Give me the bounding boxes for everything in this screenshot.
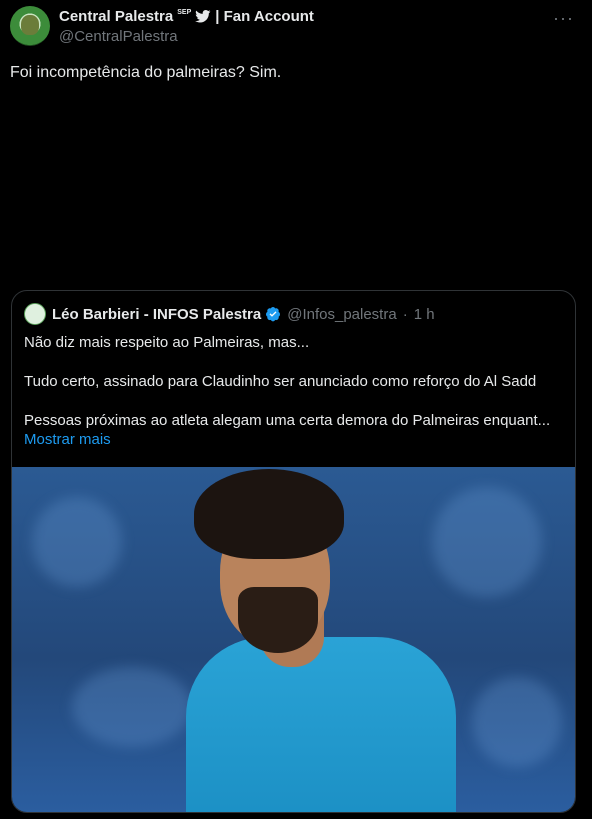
quoted-line: Pessoas próximas ao atleta alegam uma ce… (24, 412, 551, 429)
author-superscript: SEP (177, 9, 192, 16)
quoted-avatar[interactable] (24, 303, 46, 325)
twitter-bird-icon (195, 10, 211, 23)
verified-badge-icon (266, 307, 281, 322)
quoted-separator: · (402, 305, 408, 323)
author-suffix: | Fan Account (215, 8, 314, 25)
author-handle[interactable]: @CentralPalestra (59, 28, 178, 45)
author-avatar[interactable] (10, 6, 50, 46)
show-more-link[interactable]: Mostrar mais (24, 431, 111, 448)
quoted-header: Léo Barbieri - INFOS Palestra @Infos_pal… (24, 303, 435, 325)
quoted-time[interactable]: 1 h (414, 306, 435, 323)
quoted-line: Não diz mais respeito ao Palmeiras, mas.… (24, 334, 310, 351)
tweet-text: Foi incompetência do palmeiras? Sim. (10, 64, 282, 81)
quoted-author-name[interactable]: Léo Barbieri - INFOS Palestra (52, 306, 261, 323)
author-name-row[interactable]: Central Palestra SEP | Fan Account (59, 8, 314, 25)
quoted-photo[interactable] (12, 467, 575, 812)
more-options-button[interactable]: ··· (553, 8, 574, 29)
quoted-handle[interactable]: @Infos_palestra (287, 306, 396, 323)
author-name[interactable]: Central Palestra (59, 8, 173, 25)
quoted-line: Tudo certo, assinado para Claudinho ser … (24, 373, 537, 390)
quoted-tweet[interactable]: Léo Barbieri - INFOS Palestra @Infos_pal… (11, 290, 576, 813)
